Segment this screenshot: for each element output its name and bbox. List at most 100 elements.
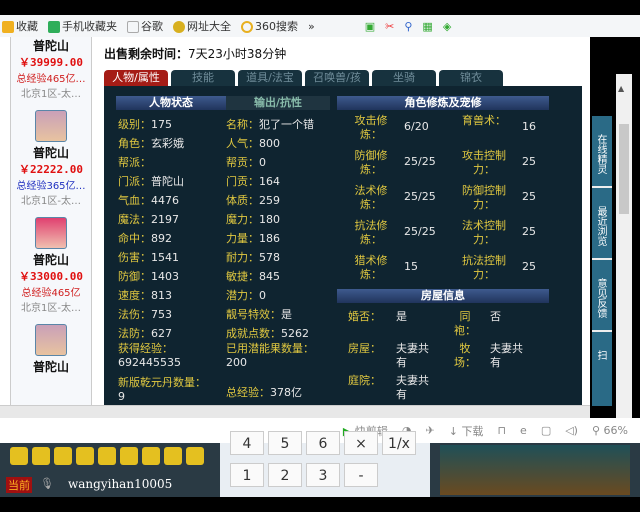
tab-outfits[interactable]: 锦衣 xyxy=(439,70,503,86)
cultivation-label: 防御控制力： xyxy=(462,184,506,211)
stat-field: 伤害：1541 xyxy=(118,249,179,265)
down-arrow-icon[interactable] xyxy=(54,447,72,465)
note-icon[interactable] xyxy=(120,447,138,465)
house-label: 庭院： xyxy=(348,374,381,387)
page-content: 普陀山 ￥39999.00 总经验465亿… 北京1区-太… 普陀山 ￥2222… xyxy=(0,37,632,442)
lock-icon[interactable] xyxy=(142,447,160,465)
pin-icon[interactable]: ✈ xyxy=(426,424,435,437)
stat-field: 潜力：0 xyxy=(226,287,266,303)
stat-label: 法防： xyxy=(118,327,151,340)
google-link[interactable]: 谷歌 xyxy=(127,18,163,34)
tab-items[interactable]: 道具/法宝 xyxy=(238,70,302,86)
calc-key[interactable]: 6 xyxy=(306,431,340,455)
url-directory-link[interactable]: 网址大全 xyxy=(173,18,231,34)
stat-label: 级别： xyxy=(118,118,151,131)
stat-label: 伤害： xyxy=(118,251,151,264)
translate-icon[interactable]: ▣ xyxy=(365,20,375,33)
chat-icon[interactable] xyxy=(186,447,204,465)
online-helper-tab[interactable]: 在线精灵 xyxy=(592,116,612,188)
listing-item[interactable]: 普陀山 ￥39999.00 总经验465亿… 北京1区-太… xyxy=(11,37,91,100)
move-icon[interactable] xyxy=(76,447,94,465)
potential-fruit-field: 已用潜能果数量： 200 xyxy=(226,342,314,369)
download-icon: ↓ xyxy=(448,424,462,438)
zoom-control[interactable]: ⚲ 66% xyxy=(592,424,628,437)
tab-character[interactable]: 人物/属性 xyxy=(104,70,168,86)
stat-value: 玄彩娥 xyxy=(151,137,184,150)
calculator-keypad: 4 5 6 × 1/x 1 2 3- xyxy=(220,431,430,497)
cultivation-label: 猎术修炼： xyxy=(354,254,388,281)
vertical-scrollbar[interactable]: ▲ xyxy=(616,74,632,442)
calc-key[interactable]: 1 xyxy=(230,463,264,487)
browser-favorites-bar: 收藏 手机收藏夹 谷歌 网址大全 360搜索 » ▣ ✂ ⚲ ▦ ◈ xyxy=(0,15,640,37)
house-label: 同袍： xyxy=(454,310,476,337)
stat-value: 0 xyxy=(259,156,266,169)
tab-mounts[interactable]: 坐骑 xyxy=(372,70,436,86)
listing-item[interactable]: 普陀山 xyxy=(11,324,91,375)
stat-field: 级别：175 xyxy=(118,116,172,132)
cultivation-value: 25 xyxy=(522,190,536,203)
calc-key[interactable]: 1/x xyxy=(382,431,416,455)
house-label: 婚否： xyxy=(348,310,381,323)
house-value: 是 xyxy=(396,310,407,323)
horizontal-scrollbar[interactable] xyxy=(0,405,590,418)
cultivation-header: 角色修炼及宠修 xyxy=(337,96,549,110)
stat-label: 门派： xyxy=(118,175,151,188)
calc-key[interactable]: 5 xyxy=(268,431,302,455)
tab-pets[interactable]: 召唤兽/孩 xyxy=(305,70,369,86)
favorites-button[interactable]: 收藏 xyxy=(2,18,38,34)
up-arrow-icon[interactable] xyxy=(32,447,50,465)
scissors-icon[interactable]: ✂ xyxy=(385,20,394,33)
cultivation-value: 25/25 xyxy=(404,190,436,203)
game-icon[interactable]: ▦ xyxy=(422,20,432,33)
calc-key[interactable]: - xyxy=(344,463,378,487)
recent-browse-tab[interactable]: 最近浏览 xyxy=(592,188,612,260)
360-icon xyxy=(241,21,253,33)
stat-label: 角色： xyxy=(118,137,151,150)
stat-label: 帮派： xyxy=(118,156,151,169)
window-icon[interactable]: ⊓ xyxy=(497,424,506,437)
stat-value: 180 xyxy=(259,213,280,226)
listing-item[interactable]: 普陀山 ￥22222.00 总经验365亿… 北京1区-太… xyxy=(11,110,91,207)
stat-value: 800 xyxy=(259,137,280,150)
stat-label: 耐力： xyxy=(226,251,259,264)
left-arrow-icon[interactable] xyxy=(10,447,28,465)
ie-icon[interactable]: e xyxy=(520,424,527,437)
sound-icon[interactable]: ◁) xyxy=(565,424,578,437)
broom-icon[interactable] xyxy=(164,447,182,465)
stat-field: 体质：259 xyxy=(226,192,280,208)
360-search-link[interactable]: 360搜索 xyxy=(241,18,298,34)
game-toolbar-icons[interactable] xyxy=(440,445,630,495)
stat-label: 成就点数： xyxy=(226,327,281,340)
download-button[interactable]: ↓ 下载 xyxy=(449,423,484,439)
calc-key[interactable]: × xyxy=(344,431,378,455)
tab-skills[interactable]: 技能 xyxy=(171,70,235,86)
cultivation-label: 法术控制力： xyxy=(462,219,506,246)
stat-value: 5262 xyxy=(281,327,309,340)
listing-item[interactable]: 普陀山 ￥33000.00 总经验465亿 北京1区-太… xyxy=(11,217,91,314)
cultivation-label: 抗法修炼： xyxy=(354,219,388,246)
search-icon[interactable] xyxy=(98,447,116,465)
mobile-favorites-link[interactable]: 手机收藏夹 xyxy=(48,18,117,34)
cultivation-label: 法术修炼： xyxy=(354,184,388,211)
output-resist-subtab[interactable]: 输出/抗性 xyxy=(226,96,330,110)
channel-label[interactable]: 当前 xyxy=(6,477,32,493)
calc-key[interactable]: 2 xyxy=(268,463,302,487)
stat-value: 845 xyxy=(259,270,280,283)
stat-label: 人气： xyxy=(226,137,259,150)
mic-icon[interactable]: 🎙 xyxy=(40,477,54,490)
scan-tab[interactable]: 扫 xyxy=(592,332,612,404)
more-button[interactable]: » xyxy=(308,20,315,33)
calc-key[interactable]: 3 xyxy=(306,463,340,487)
feedback-tab[interactable]: 意见反馈 xyxy=(592,260,612,332)
stat-field: 角色：玄彩娥 xyxy=(118,135,184,151)
calc-key[interactable]: 4 xyxy=(230,431,264,455)
wallet-icon[interactable]: ◈ xyxy=(443,20,451,33)
chat-input[interactable]: wangyihan10005 xyxy=(68,477,172,491)
search-icon[interactable]: ⚲ xyxy=(404,20,412,33)
copy-icon[interactable]: ▢ xyxy=(541,424,551,437)
cultivation-value: 25/25 xyxy=(404,155,436,168)
character-detail-panel: 人物状态 输出/抗性 获得经验： 692445535 已用潜能果数量： 200 新版… xyxy=(104,86,582,405)
stat-label: 门贡： xyxy=(226,175,259,188)
stat-value: 是 xyxy=(281,308,292,321)
stat-label: 帮贡： xyxy=(226,156,259,169)
